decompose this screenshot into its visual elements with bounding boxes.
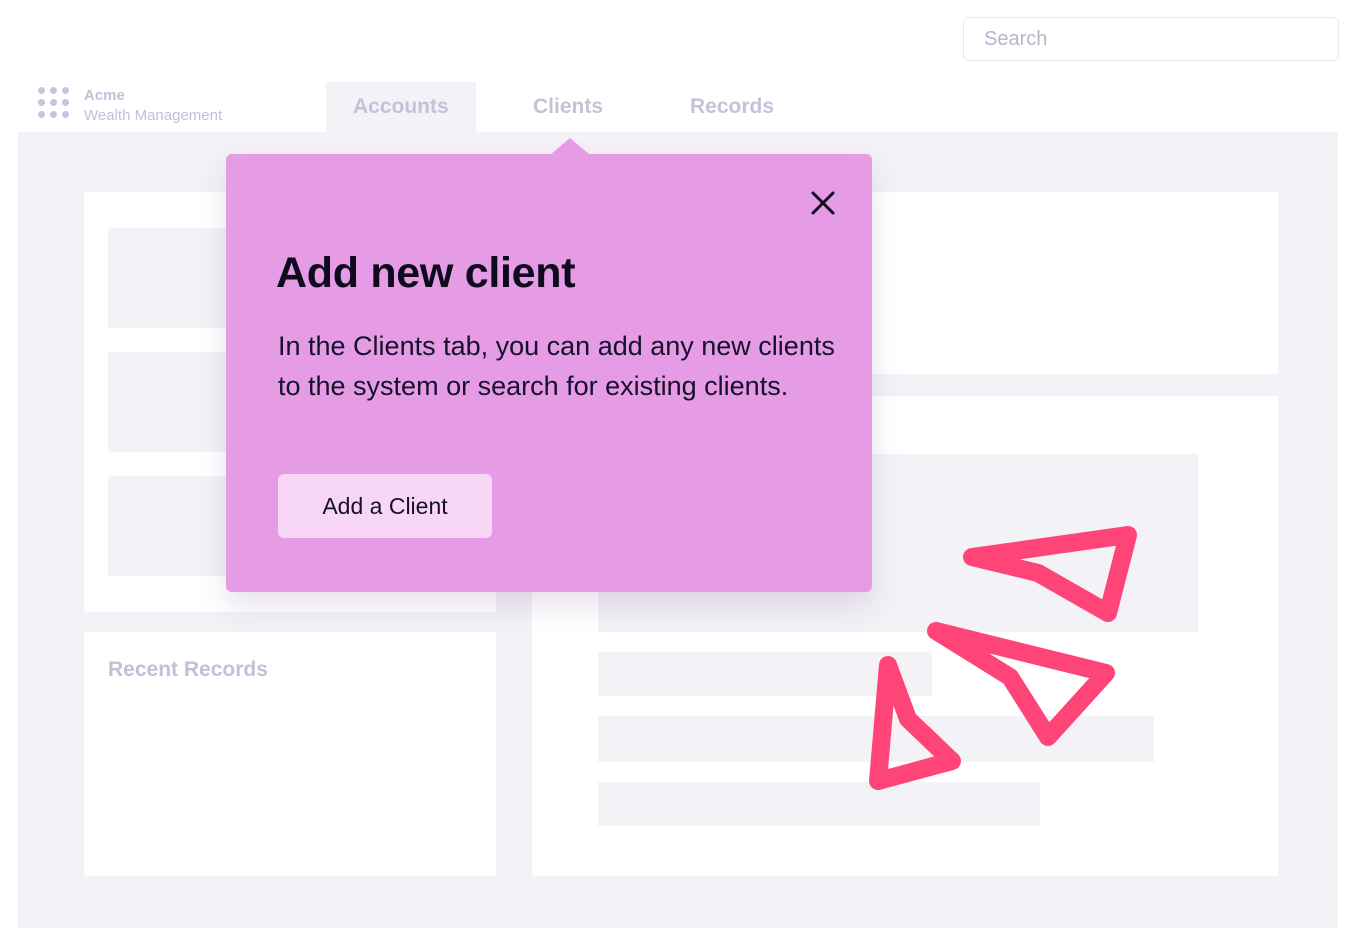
popover-pointer — [550, 138, 590, 155]
add-client-popover: Add new client In the Clients tab, you c… — [226, 138, 872, 592]
brand-name: Acme — [84, 87, 125, 104]
tab-clients[interactable]: Clients — [506, 82, 630, 132]
tab-accounts[interactable]: Accounts — [326, 82, 476, 132]
search-input[interactable] — [963, 17, 1339, 61]
brand-subtitle: Wealth Management — [84, 107, 223, 124]
tab-records[interactable]: Records — [663, 82, 801, 132]
add-client-button[interactable]: Add a Client — [278, 474, 492, 538]
close-button[interactable] — [808, 188, 838, 218]
popover-description: In the Clients tab, you can add any new … — [278, 331, 835, 401]
close-icon — [811, 191, 835, 215]
tab-label: Accounts — [353, 95, 449, 118]
app-window: Acme Wealth Management Accounts Clients … — [0, 0, 1352, 948]
tab-label: Records — [690, 95, 775, 118]
popover-title: Add new client — [276, 249, 576, 297]
recent-records-card: Recent Records — [84, 632, 496, 876]
apps-grid-icon — [38, 87, 70, 119]
brand-logo[interactable]: Acme Wealth Management — [38, 86, 222, 126]
arrows-doodle-icon — [869, 526, 1137, 790]
recent-records-title: Recent Records — [108, 658, 268, 681]
brand-text: Acme Wealth Management — [84, 86, 222, 126]
tab-label: Clients — [533, 95, 604, 118]
